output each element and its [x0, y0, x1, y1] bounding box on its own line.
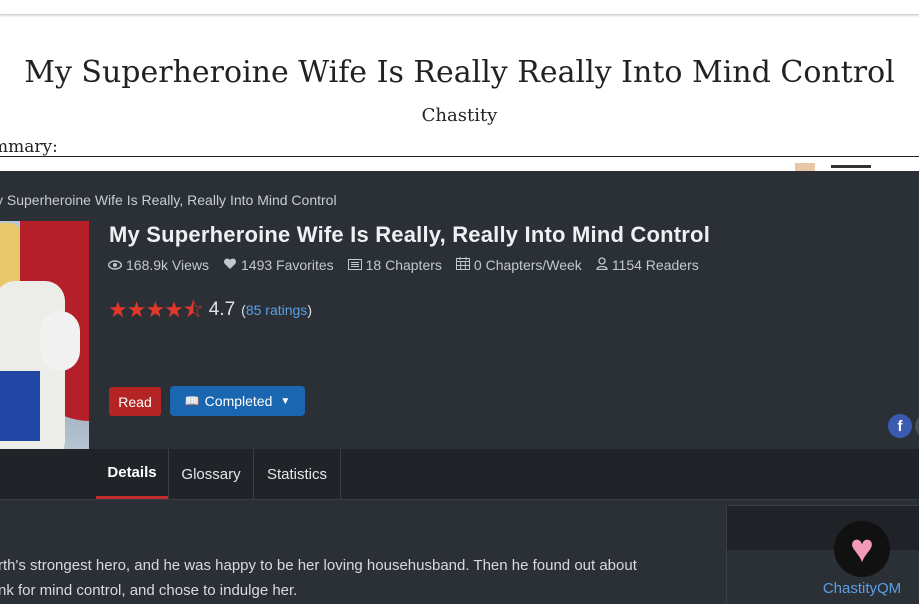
chapters-stat: 18 Chapters [347, 257, 442, 273]
views-stat: 168.9k Views [107, 257, 210, 273]
clipped-header-strip [795, 163, 919, 171]
synopsis-line: nk for mind control, and chose to indulg… [0, 582, 298, 599]
favorites-count: 1493 Favorites [241, 257, 334, 273]
summary-divider [0, 156, 919, 157]
favorites-stat: 1493 Favorites [223, 257, 334, 273]
read-button[interactable]: Read [109, 387, 161, 416]
rating-count-wrapper: (85 ratings) [241, 302, 312, 318]
breadcrumb[interactable]: y Superheroine Wife Is Really, Really In… [0, 192, 337, 208]
tab-details[interactable]: Details [96, 449, 168, 499]
calendar-icon [455, 257, 470, 273]
document-author: Chastity [421, 105, 498, 126]
author-username-link[interactable]: ChastityQM [800, 580, 919, 597]
chapters-count: 18 Chapters [365, 257, 442, 273]
novel-stats: 168.9k Views 1493 Favorites 18 Chapters … [107, 257, 713, 273]
readers-count: 1154 Readers [611, 257, 699, 273]
document-title: My Superheroine Wife Is Really Really In… [24, 55, 895, 90]
embedded-novel-page: y Superheroine Wife Is Really, Really In… [0, 171, 919, 604]
status-dropdown-button[interactable]: 📖 Completed ▼ [170, 386, 305, 416]
synopsis-line: rth's strongest hero, and he was happy t… [0, 557, 637, 574]
star-rating-icons: ★★★★⯪ [108, 297, 204, 322]
rating-value: 4.7 [208, 299, 236, 320]
rating-summary: ★★★★⯪ 4.7 (85 ratings) [108, 299, 312, 321]
facebook-icon[interactable]: f [888, 414, 912, 438]
rating-count-link[interactable]: 85 ratings [246, 302, 307, 318]
tab-statistics[interactable]: Statistics [254, 449, 340, 499]
user-icon [596, 257, 608, 273]
readers-stat: 1154 Readers [596, 257, 699, 273]
heart-icon: ♥ [850, 527, 874, 571]
share-icon[interactable] [915, 414, 919, 438]
tab-bar: Details Glossary Statistics [0, 449, 919, 500]
status-label: Completed [204, 393, 273, 409]
tab-glossary[interactable]: Glossary [169, 449, 253, 499]
schedule-stat: 0 Chapters/Week [455, 257, 582, 273]
chevron-down-icon: ▼ [280, 395, 291, 407]
author-card-header [727, 506, 919, 550]
browser-top-bar [0, 0, 919, 15]
views-count: 168.9k Views [126, 257, 210, 273]
eye-icon [107, 257, 123, 273]
heart-icon [223, 257, 237, 273]
novel-title: My Superheroine Wife Is Really, Really I… [109, 222, 711, 247]
synopsis: rth's strongest hero, and he was happy t… [0, 553, 637, 603]
avatar[interactable]: ♥ [834, 521, 890, 577]
chapters-per-week: 0 Chapters/Week [473, 257, 582, 273]
summary-label: mmary: [0, 137, 58, 157]
cover-image[interactable] [0, 221, 89, 480]
list-icon [347, 257, 362, 273]
book-icon: 📖 [184, 394, 200, 408]
